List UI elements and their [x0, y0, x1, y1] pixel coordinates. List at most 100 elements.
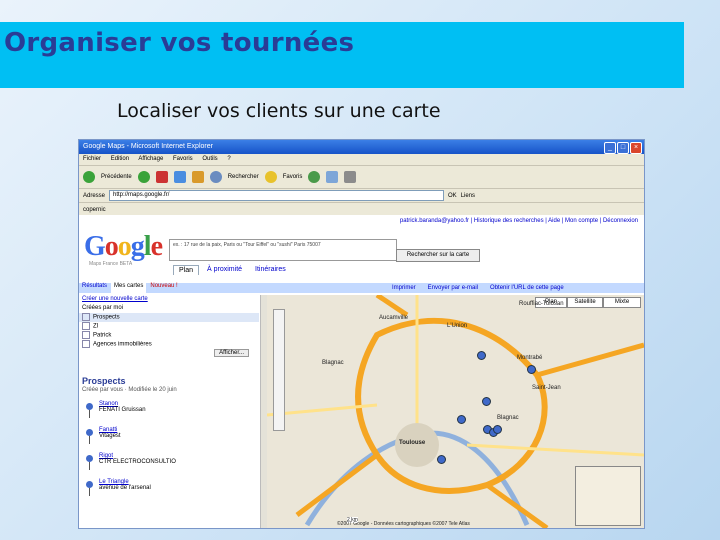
place-label: Saint-Jean [532, 385, 561, 391]
favorites-label[interactable]: Favoris [283, 174, 303, 180]
place-label: Rouffiac-Tolosan [519, 301, 564, 307]
my-map-label[interactable]: Agences immobilières [93, 342, 152, 348]
search-icon[interactable] [209, 171, 222, 183]
menu-fichier[interactable]: Fichier [83, 156, 101, 162]
place-label: Aucamville [379, 315, 409, 321]
menu-outils[interactable]: Outils [202, 156, 217, 162]
my-map-item[interactable]: ZI [79, 322, 259, 331]
url-link[interactable]: Obtenir l'URL de cette page [490, 283, 564, 293]
map-view[interactable]: Plan Satellite Mixte Aucamville L'Union … [267, 295, 644, 528]
go-button[interactable]: OK [448, 193, 457, 199]
address-bar: Adresse http://maps.google.fr/ OK Liens [79, 189, 644, 203]
stop-icon[interactable] [155, 171, 168, 183]
map-type-satellite[interactable]: Satellite [567, 297, 603, 308]
send-link[interactable]: Envoyer par e-mail [428, 283, 478, 293]
result-item[interactable]: Stanon FENATI Gruissan [79, 401, 259, 427]
slide-title: Organiser vos tournées [4, 28, 355, 58]
placemark-icon[interactable] [86, 403, 93, 418]
checkbox[interactable] [82, 331, 90, 339]
logo-subtitle: Maps France BETA [89, 261, 133, 267]
refresh-icon[interactable] [173, 171, 186, 183]
map-marker-icon[interactable] [527, 365, 536, 374]
placemark-icon[interactable] [86, 429, 93, 444]
map-type-hybrid[interactable]: Mixte [603, 297, 641, 308]
google-maps-page: patrick.baranda@yahoo.fr | Historique de… [79, 215, 644, 528]
menu-favoris[interactable]: Favoris [173, 156, 193, 162]
map-copyright: ©2007 Google - Données cartographiques ©… [337, 521, 470, 527]
tab-directions[interactable]: Itinéraires [250, 265, 291, 275]
home-icon[interactable] [191, 171, 204, 183]
sidebar-scrollbar[interactable] [260, 295, 267, 528]
place-label: Montrabé [517, 355, 543, 361]
browser-toolbar: Précédente Rechercher Favoris [79, 166, 644, 189]
result-desc: FENATI Gruissan [99, 407, 146, 413]
mail-icon[interactable] [326, 171, 339, 183]
minimize-icon[interactable]: _ [604, 142, 616, 154]
placemark-icon[interactable] [86, 455, 93, 470]
print-link[interactable]: Imprimer [392, 283, 416, 293]
tab-nearby[interactable]: À proximité [202, 265, 247, 275]
history-icon[interactable] [308, 171, 321, 183]
menu-bar: Fichier Edition Affichage Favoris Outils… [79, 154, 644, 166]
back-label[interactable]: Précédente [101, 174, 132, 180]
view-button[interactable]: Afficher... [214, 349, 249, 357]
overview-minimap[interactable] [575, 466, 641, 526]
placemark-icon[interactable] [86, 481, 93, 496]
my-map-item[interactable]: Agences immobilières [79, 340, 259, 349]
search-provider[interactable]: copernic [83, 207, 106, 213]
sidebar-tabs: Résultats Mes cartes Nouveau ! [79, 283, 262, 293]
result-item[interactable]: Rigot CTR ELECTROCONSULTIO [79, 453, 259, 479]
map-links: Imprimer Envoyer par e-mail Obtenir l'UR… [262, 283, 644, 293]
place-label: L'Union [447, 323, 468, 329]
print-icon[interactable] [344, 171, 357, 183]
map-marker-icon[interactable] [477, 351, 486, 360]
sidebar: Créer une nouvelle carte Créées par moi … [79, 295, 259, 528]
map-search-input[interactable]: ex. : 17 rue de la paix, Paris ou "Tour … [169, 239, 397, 261]
create-map-link[interactable]: Créer une nouvelle carte [79, 295, 259, 304]
map-marker-icon[interactable] [437, 455, 446, 464]
zoom-slider[interactable] [273, 309, 285, 431]
my-map-label[interactable]: Prospects [93, 315, 120, 321]
new-badge: Nouveau ! [150, 283, 178, 289]
place-label: Blagnac [497, 415, 519, 421]
maximize-icon[interactable]: □ [617, 142, 629, 154]
my-map-label[interactable]: Patrick [93, 333, 111, 339]
prospects-title: Prospects [82, 376, 126, 386]
my-map-label[interactable]: ZI [93, 324, 98, 330]
result-desc: CTR ELECTROCONSULTIO [99, 459, 176, 465]
tab-my-maps[interactable]: Mes cartes [111, 283, 147, 293]
checkbox[interactable] [82, 340, 90, 348]
menu-edition[interactable]: Edition [111, 156, 129, 162]
tab-plan[interactable]: Plan [173, 265, 200, 275]
browser-screenshot: Google Maps - Microsoft Internet Explore… [78, 139, 645, 529]
menu-affichage[interactable]: Affichage [138, 156, 163, 162]
address-input[interactable]: http://maps.google.fr/ [109, 190, 445, 201]
close-icon[interactable]: × [630, 142, 642, 154]
created-by-label: Créées par moi [82, 305, 124, 311]
map-marker-icon[interactable] [482, 397, 491, 406]
map-marker-icon[interactable] [457, 415, 466, 424]
window-titlebar: Google Maps - Microsoft Internet Explore… [79, 140, 644, 154]
result-item[interactable]: Fanatti Vitagest [79, 427, 259, 453]
my-map-item[interactable]: Prospects [79, 313, 259, 322]
google-logo[interactable]: Google [84, 231, 163, 263]
favorites-star-icon[interactable] [264, 171, 277, 183]
place-label: Blagnac [322, 360, 344, 366]
tab-results[interactable]: Résultats [82, 283, 107, 293]
forward-icon[interactable] [137, 171, 150, 183]
window-title: Google Maps - Microsoft Internet Explore… [83, 143, 213, 150]
checkbox[interactable] [82, 313, 90, 321]
back-icon[interactable] [83, 171, 95, 183]
result-item[interactable]: Le Triangle avenue de l'arsenal [79, 479, 259, 505]
result-desc: avenue de l'arsenal [99, 485, 151, 491]
address-label: Adresse [83, 192, 106, 199]
result-desc: Vitagest [99, 433, 121, 439]
search-label[interactable]: Rechercher [228, 174, 259, 180]
map-search-button[interactable]: Rechercher sur la carte [396, 249, 480, 262]
menu-help[interactable]: ? [227, 156, 230, 162]
checkbox[interactable] [82, 322, 90, 330]
links-label[interactable]: Liens [461, 193, 475, 199]
account-links[interactable]: patrick.baranda@yahoo.fr | Historique de… [400, 218, 638, 224]
map-marker-icon[interactable] [493, 425, 502, 434]
my-map-item[interactable]: Patrick [79, 331, 259, 340]
